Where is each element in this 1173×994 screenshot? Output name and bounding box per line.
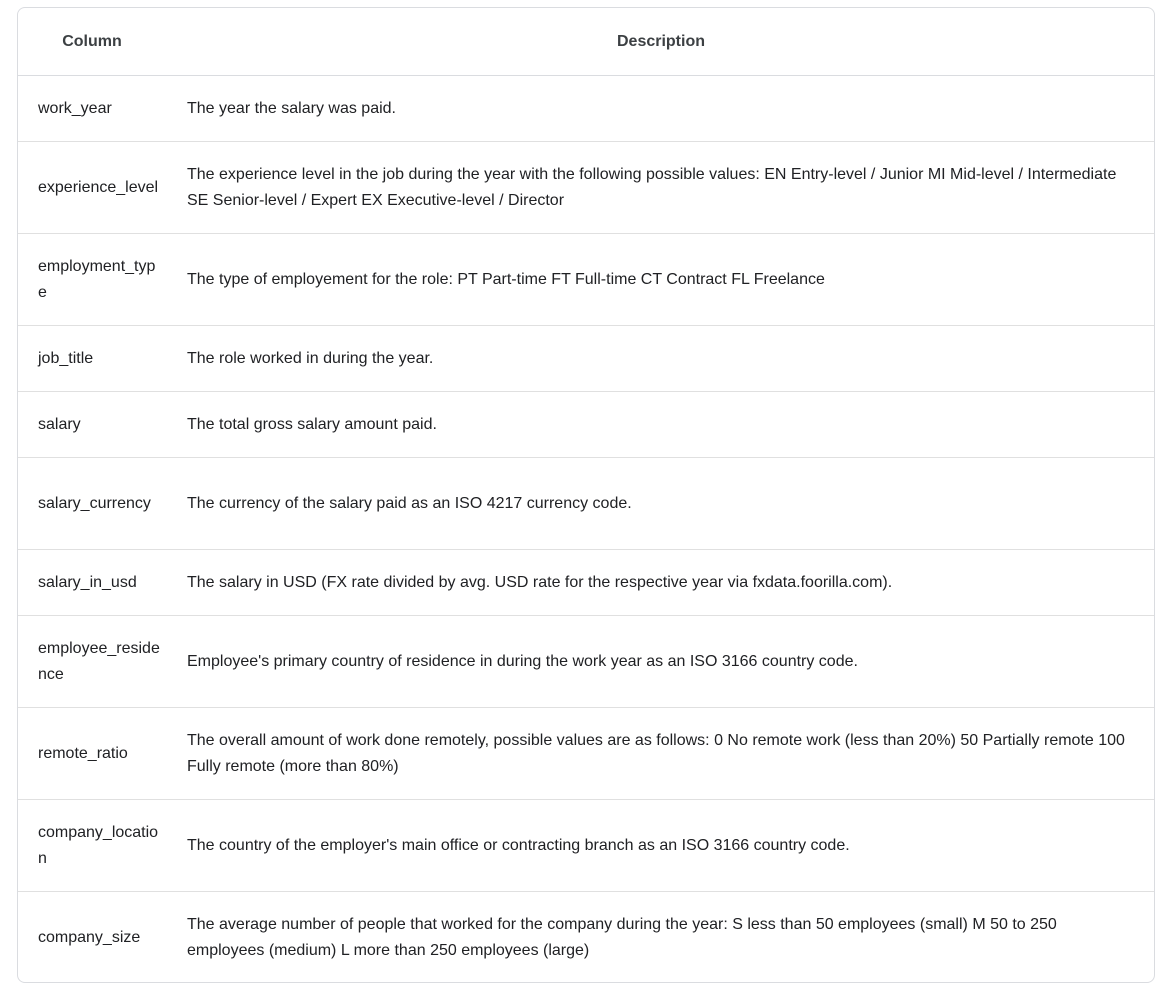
table-header-row: Column Description [18,8,1154,76]
table-row: work_year The year the salary was paid. [18,75,1154,142]
column-name-cell: remote_ratio [18,707,168,800]
column-name-cell: salary_in_usd [18,549,168,616]
column-description-cell: The role worked in during the year. [168,325,1154,392]
column-name-cell: work_year [18,75,168,142]
column-description-cell: The currency of the salary paid as an IS… [168,457,1154,550]
column-name-cell: salary [18,391,168,458]
column-description-cell: The average number of people that worked… [187,915,1057,959]
column-description-cell: Employee's primary country of residence … [168,615,1154,708]
column-description-cell: The overall amount of work done remotely… [168,707,1154,800]
description-header: Description [168,8,1154,76]
column-description-cell: The experience level in the job during t… [168,141,1154,234]
table-row: employment_type The type of employement … [18,233,1154,326]
column-name-cell: company_size [38,928,141,946]
table-row: salary The total gross salary amount pai… [18,391,1154,458]
column-name-cell: salary_currency [18,457,168,550]
table-row: job_title The role worked in during the … [18,325,1154,392]
table-row: remote_ratio The overall amount of work … [18,707,1154,800]
column-description-cell: The year the salary was paid. [168,75,1154,142]
column-description-cell: The type of employement for the role: PT… [168,233,1154,326]
table-row: employee_residence Employee's primary co… [18,615,1154,708]
column-name-cell: job_title [18,325,168,392]
column-description-cell: The total gross salary amount paid. [168,391,1154,458]
column-description-cell: The salary in USD (FX rate divided by av… [168,549,1154,616]
table-row: salary_in_usd The salary in USD (FX rate… [18,549,1154,616]
data-dictionary-table: Column Description work_year The year th… [18,8,1154,983]
column-name-cell: employment_type [18,233,168,326]
table-row: company_location The country of the empl… [18,799,1154,892]
table-row: experience_level The experience level in… [18,141,1154,234]
column-header: Column [18,8,168,76]
column-name-cell: employee_residence [18,615,168,708]
column-description-cell: The country of the employer's main offic… [168,799,1154,892]
column-name-cell: company_location [18,799,168,892]
data-dictionary-table-card: Column Description work_year The year th… [17,7,1155,983]
table-row: company_size The average number of peopl… [18,892,1154,983]
table-row: salary_currency The currency of the sala… [18,457,1154,550]
column-name-cell: experience_level [18,141,168,234]
